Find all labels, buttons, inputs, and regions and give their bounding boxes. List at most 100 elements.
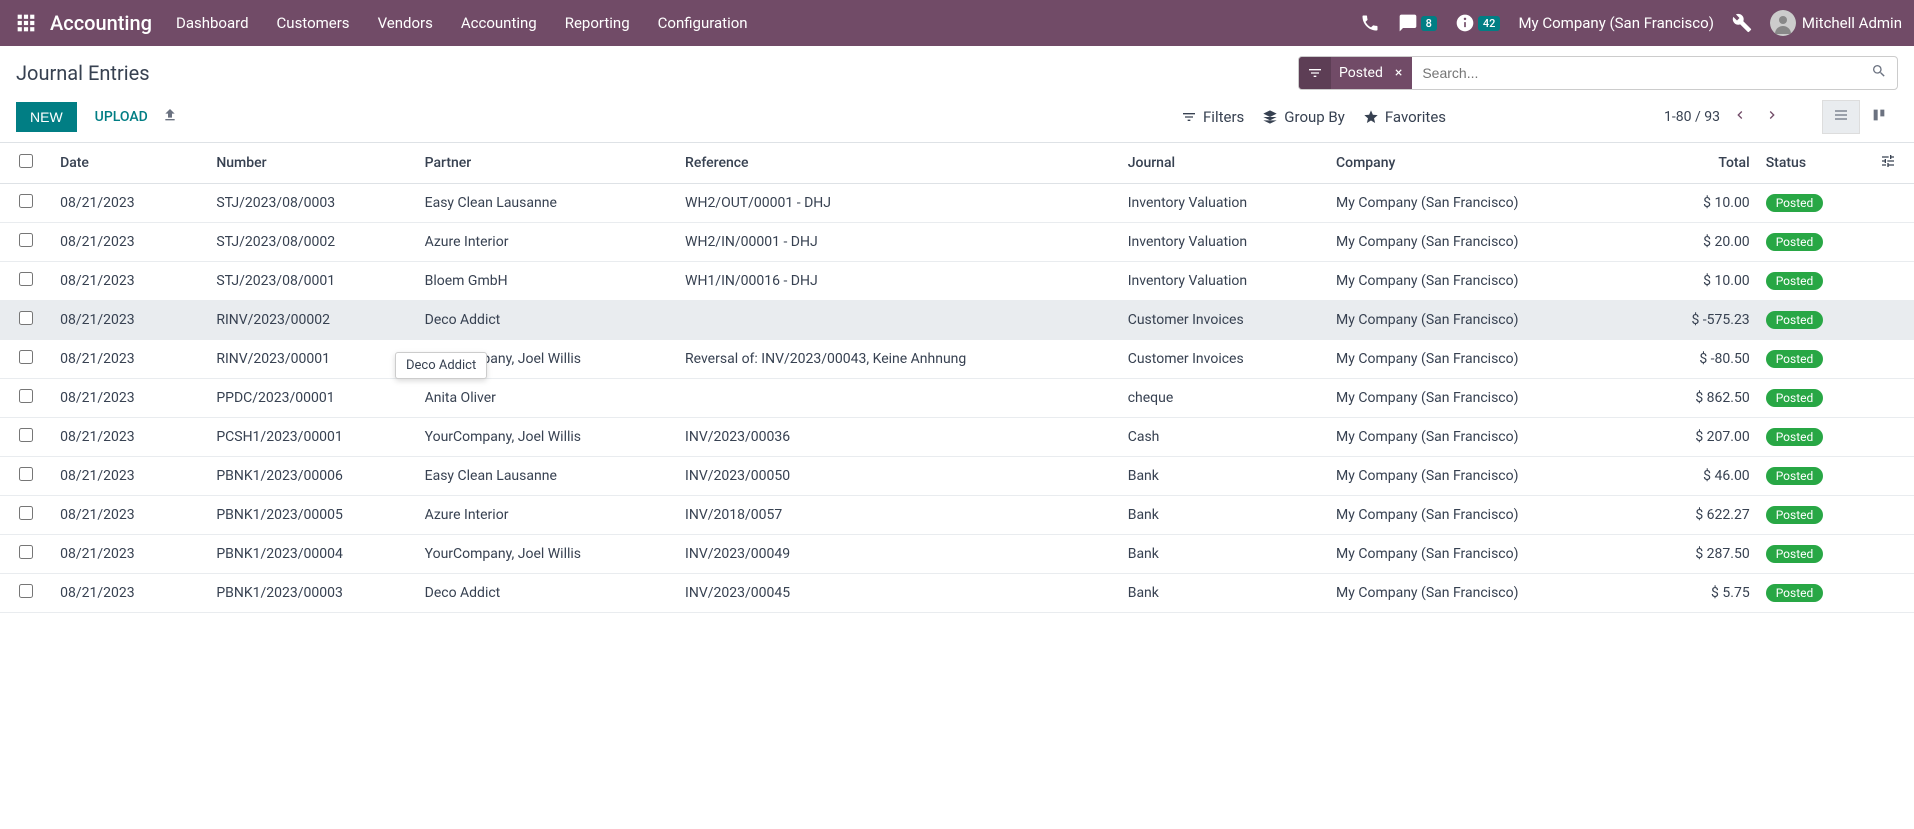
table-row[interactable]: 08/21/2023 STJ/2023/08/0002 Azure Interi…	[0, 223, 1914, 262]
apps-menu-icon[interactable]	[12, 9, 40, 37]
activity-badge: 42	[1478, 16, 1501, 31]
row-checkbox[interactable]	[0, 223, 52, 262]
upload-icon[interactable]	[162, 107, 178, 127]
new-button[interactable]: NEW	[16, 102, 77, 132]
table-row[interactable]: 08/21/2023 PBNK1/2023/00005 Azure Interi…	[0, 496, 1914, 535]
status-badge: Posted	[1766, 428, 1824, 446]
select-all-checkbox[interactable]	[0, 143, 52, 184]
col-settings-icon[interactable]	[1862, 143, 1914, 184]
cell-status: Posted	[1758, 301, 1862, 340]
row-checkbox[interactable]	[0, 574, 52, 613]
col-number[interactable]: Number	[208, 143, 416, 184]
col-total[interactable]: Total	[1614, 143, 1757, 184]
cell-date: 08/21/2023	[52, 574, 208, 613]
cell-company: My Company (San Francisco)	[1328, 340, 1614, 379]
row-checkbox[interactable]	[0, 379, 52, 418]
status-badge: Posted	[1766, 506, 1824, 524]
nav-item-configuration[interactable]: Configuration	[658, 14, 748, 32]
cell-partner: YourCompany, Joel Willis	[417, 535, 677, 574]
cell-partner: Easy Clean Lausanne	[417, 184, 677, 223]
row-checkbox[interactable]	[0, 457, 52, 496]
row-checkbox[interactable]	[0, 262, 52, 301]
col-status[interactable]: Status	[1758, 143, 1862, 184]
row-checkbox[interactable]	[0, 184, 52, 223]
pager-next-icon[interactable]	[1760, 103, 1784, 131]
pager-range[interactable]: 1-80 / 93	[1664, 109, 1720, 125]
search-bar[interactable]: Posted ×	[1298, 56, 1898, 90]
filters-button[interactable]: Filters	[1181, 108, 1244, 126]
cell-date: 08/21/2023	[52, 535, 208, 574]
cell-date: 08/21/2023	[52, 262, 208, 301]
table-row[interactable]: 08/21/2023 PBNK1/2023/00003 Deco Addict …	[0, 574, 1914, 613]
cell-number: PBNK1/2023/00004	[208, 535, 416, 574]
status-badge: Posted	[1766, 272, 1824, 290]
table-row[interactable]: 08/21/2023 STJ/2023/08/0001 Bloem GmbH W…	[0, 262, 1914, 301]
table-row[interactable]: 08/21/2023 STJ/2023/08/0003 Easy Clean L…	[0, 184, 1914, 223]
user-menu[interactable]: Mitchell Admin	[1770, 10, 1902, 36]
facet-remove-icon[interactable]: ×	[1391, 65, 1406, 81]
table-row[interactable]: 08/21/2023 PBNK1/2023/00004 YourCompany,…	[0, 535, 1914, 574]
cell-status: Posted	[1758, 184, 1862, 223]
list-view-icon[interactable]	[1822, 100, 1860, 134]
table-row[interactable]: 08/21/2023 RINV/2023/00002 Deco Addict C…	[0, 301, 1914, 340]
cell-number: PCSH1/2023/00001	[208, 418, 416, 457]
breadcrumb: Journal Entries	[16, 61, 150, 85]
table-row[interactable]: 08/21/2023 RINV/2023/00001 YourCompany, …	[0, 340, 1914, 379]
cell-date: 08/21/2023	[52, 301, 208, 340]
support-icon[interactable]	[1360, 13, 1380, 33]
debug-icon[interactable]	[1732, 13, 1752, 33]
cell-company: My Company (San Francisco)	[1328, 418, 1614, 457]
table-row[interactable]: 08/21/2023 PBNK1/2023/00006 Easy Clean L…	[0, 457, 1914, 496]
cell-reference: INV/2023/00045	[677, 574, 1120, 613]
search-icon[interactable]	[1861, 63, 1897, 83]
row-checkbox[interactable]	[0, 301, 52, 340]
company-selector[interactable]: My Company (San Francisco)	[1518, 14, 1713, 32]
cell-number: PBNK1/2023/00006	[208, 457, 416, 496]
cell-journal: Bank	[1120, 535, 1328, 574]
cell-company: My Company (San Francisco)	[1328, 223, 1614, 262]
cell-partner: Anita Oliver	[417, 379, 677, 418]
kanban-view-icon[interactable]	[1860, 100, 1898, 134]
nav-item-reporting[interactable]: Reporting	[565, 14, 630, 32]
table-row[interactable]: 08/21/2023 PCSH1/2023/00001 YourCompany,…	[0, 418, 1914, 457]
cell-journal: Inventory Valuation	[1120, 184, 1328, 223]
cell-total: $ -80.50	[1614, 340, 1757, 379]
row-checkbox[interactable]	[0, 340, 52, 379]
pager: 1-80 / 93	[1664, 103, 1784, 131]
col-company[interactable]: Company	[1328, 143, 1614, 184]
cell-date: 08/21/2023	[52, 496, 208, 535]
cell-status: Posted	[1758, 262, 1862, 301]
status-badge: Posted	[1766, 545, 1824, 563]
row-checkbox[interactable]	[0, 418, 52, 457]
cell-reference: WH2/OUT/00001 - DHJ	[677, 184, 1120, 223]
cell-status: Posted	[1758, 457, 1862, 496]
status-badge: Posted	[1766, 389, 1824, 407]
row-checkbox[interactable]	[0, 535, 52, 574]
groupby-button[interactable]: Group By	[1262, 108, 1345, 126]
main-navbar: Accounting Dashboard Customers Vendors A…	[0, 0, 1914, 46]
pager-prev-icon[interactable]	[1728, 103, 1752, 131]
col-journal[interactable]: Journal	[1120, 143, 1328, 184]
row-checkbox[interactable]	[0, 496, 52, 535]
search-input[interactable]	[1412, 57, 1861, 89]
table-row[interactable]: 08/21/2023 PPDC/2023/00001 Anita Oliver …	[0, 379, 1914, 418]
col-reference[interactable]: Reference	[677, 143, 1120, 184]
cell-reference: INV/2023/00050	[677, 457, 1120, 496]
nav-item-vendors[interactable]: Vendors	[378, 14, 433, 32]
activity-icon[interactable]: 42	[1455, 13, 1501, 33]
nav-item-customers[interactable]: Customers	[277, 14, 350, 32]
cell-partner: Bloem GmbH	[417, 262, 677, 301]
app-brand[interactable]: Accounting	[50, 11, 152, 35]
nav-item-dashboard[interactable]: Dashboard	[176, 14, 249, 32]
discuss-icon[interactable]: 8	[1398, 13, 1437, 33]
nav-item-accounting[interactable]: Accounting	[461, 14, 537, 32]
status-badge: Posted	[1766, 467, 1824, 485]
upload-button[interactable]: UPLOAD	[95, 109, 148, 125]
cell-reference: WH2/IN/00001 - DHJ	[677, 223, 1120, 262]
status-badge: Posted	[1766, 194, 1824, 212]
status-badge: Posted	[1766, 311, 1824, 329]
favorites-button[interactable]: Favorites	[1363, 108, 1446, 126]
col-partner[interactable]: Partner	[417, 143, 677, 184]
cell-company: My Company (San Francisco)	[1328, 301, 1614, 340]
col-date[interactable]: Date	[52, 143, 208, 184]
